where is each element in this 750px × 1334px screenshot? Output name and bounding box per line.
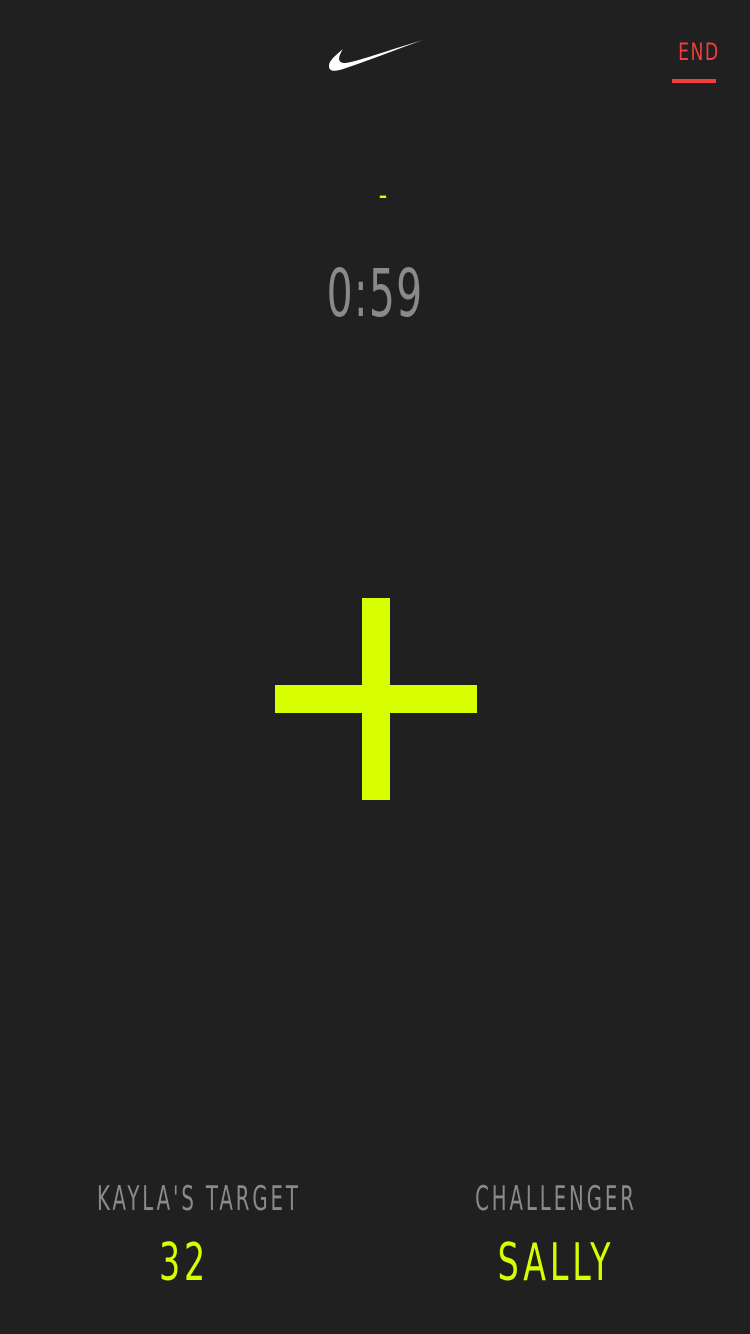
nike-swoosh-logo [329,40,423,71]
end-underline [672,79,716,83]
add-rep-button[interactable] [275,598,477,800]
target-stat: KAYLA'S TARGET 32 [34,1173,334,1295]
timer-display: 0:59 [326,255,424,332]
plus-icon-horizontal [275,685,477,713]
challenger-stat: CHALLENGER SALLY [406,1173,706,1295]
challenger-value: SALLY [497,1233,615,1293]
nike-swoosh-icon [329,40,423,71]
workout-screen: END - 0:59 KAYLA'S TARGET 32 CHALLENGER … [0,0,750,1334]
end-button[interactable]: END [672,32,720,84]
target-label: KAYLA'S TARGET [97,1179,301,1219]
timer-indicator: - [378,178,388,213]
target-value: 32 [158,1233,210,1293]
challenger-label: CHALLENGER [475,1179,637,1219]
end-label: END [678,38,720,66]
